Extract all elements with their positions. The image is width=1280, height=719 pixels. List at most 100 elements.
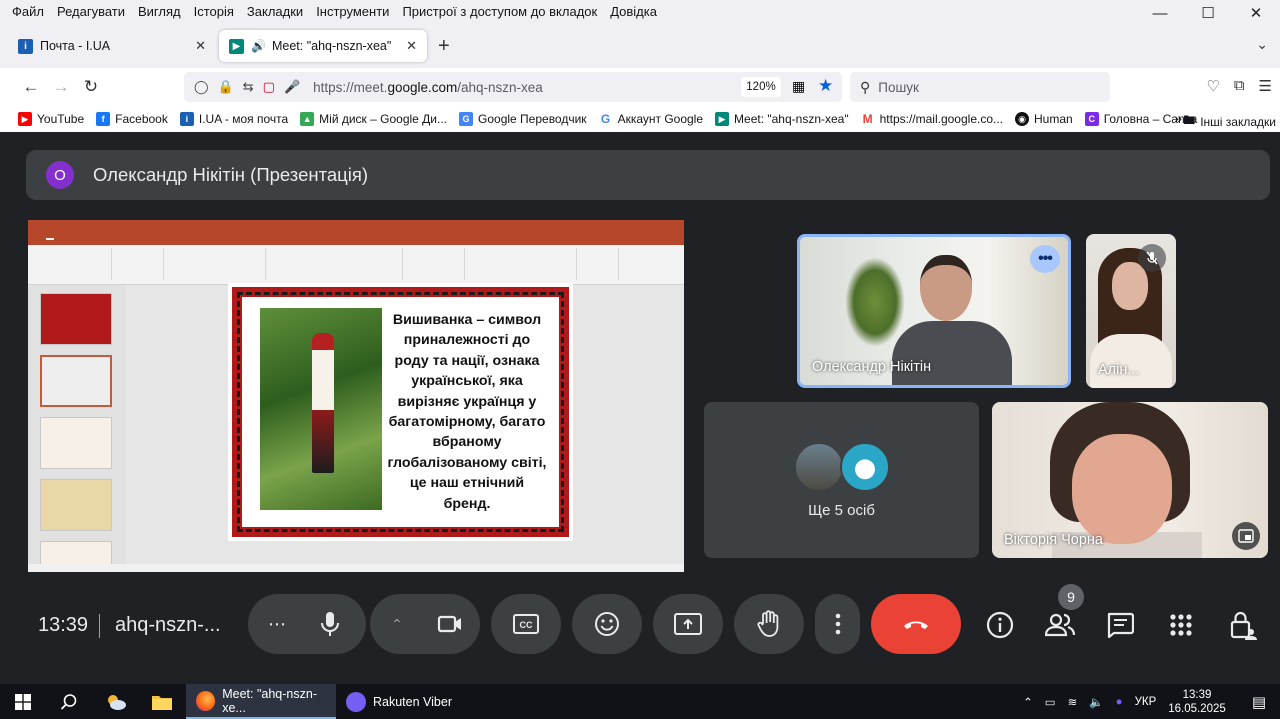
firefox-icon [196,690,216,711]
tab-iua[interactable]: i Почта - I.UA ✕ [8,30,216,62]
activities-button[interactable] [1164,608,1198,642]
microphone-icon[interactable] [300,611,360,637]
bookmark-gmail[interactable]: Mhttps://mail.google.co... [860,112,1003,126]
slide-thumbnail[interactable] [40,541,112,565]
bookmark-facebook[interactable]: f Facebook [96,112,168,126]
bookmark-drive[interactable]: ▲ Мій диск – Google Ди... [300,112,447,126]
nav-bar: ← → ↻ ◯ 🔒 ⇆ ▢ 🎤 https://meet.google.com/… [0,68,1280,106]
other-bookmarks[interactable]: 🖿 Інші закладки [1183,111,1276,132]
menu-synced-tabs[interactable]: Пристрої з доступом до вкладок [402,4,597,19]
search-icon: ⚲ [860,78,871,95]
file-explorer-icon[interactable] [144,684,180,719]
search-input[interactable]: ⚲ Пошук [850,72,1110,102]
slide-thumbnail[interactable] [40,479,112,531]
bookmark-google-account[interactable]: G Аккаунт Google [598,112,703,126]
menu-view[interactable]: Вигляд [138,4,181,19]
meet-icon: ▶ [229,38,244,54]
lock-icon[interactable]: 🔒 [218,79,234,95]
reactions-button[interactable] [572,594,642,654]
participant-tile-alina[interactable]: Алін... [1086,234,1176,388]
tab-meet[interactable]: ▶ 🔊 Meet: "ahq-nszn-xea" ✕ [219,30,427,62]
participant-name: Олександр Нікітін [812,359,932,375]
reload-icon[interactable]: ↻ [76,77,106,97]
participant-name: Алін... [1098,362,1140,378]
windows-taskbar: Meet: "ahq-nszn-xe... Rakuten Viber ⌃ ▭ … [0,684,1280,719]
menu-tools[interactable]: Інструменти [316,4,389,19]
menu-file[interactable]: Файл [12,4,44,19]
shield-icon[interactable]: ◯ [194,79,209,95]
participant-tile-vict[interactable]: Вікторія Чорна [992,402,1268,558]
shared-screen[interactable]: Вишиванка – символ приналежності до роду… [28,220,684,572]
participant-tile-olex[interactable]: ••• Олександр Нікітін [797,234,1071,388]
meeting-info-button[interactable] [983,608,1017,642]
close-tab-icon[interactable]: ✕ [195,38,206,54]
slide-thumbnail[interactable] [40,417,112,469]
permissions-icon[interactable]: ⇆ [243,79,254,95]
hand-icon [757,610,779,637]
tab-strip: i Почта - I.UA ✕ ▶ 🔊 Meet: "ahq-nszn-xea… [0,22,1280,68]
url-bar[interactable]: ◯ 🔒 ⇆ ▢ 🎤 https://meet.google.com/ahq-ns… [184,72,842,102]
camera-icon[interactable] [422,614,478,634]
leave-call-button[interactable] [871,594,961,654]
meeting-code: ahq-nszn-... [115,614,221,636]
notifications-icon[interactable]: ▤ [1252,693,1266,711]
url-text[interactable]: https://meet.google.com/ahq-nszn-xea [313,80,543,95]
menu-icon[interactable]: ☰ [1259,77,1272,95]
new-tab-icon[interactable]: + [438,35,450,58]
present-screen-button[interactable] [653,594,723,654]
captions-button[interactable]: CC [491,594,561,654]
close-tab-icon[interactable]: ✕ [406,38,417,54]
slide-thumbnail[interactable] [40,355,112,407]
camera-icon[interactable]: ▢ [263,79,275,95]
bookmark-iua[interactable]: i I.UA - моя почта [179,112,288,126]
forward-arrow-icon[interactable]: → [46,77,76,97]
participant-tile-others[interactable]: Ще 5 осіб [704,402,979,558]
apps-grid-icon [1170,614,1192,636]
menu-bar: Файл Редагувати Вигляд Історія Закладки … [0,0,1280,22]
bookmark-translate[interactable]: G Google Переводчик [459,112,587,126]
slide-thumbnail[interactable] [40,293,112,345]
raise-hand-button[interactable] [734,594,804,654]
more-audio-options-icon[interactable]: ⋯ [254,614,300,635]
weather-icon[interactable] [98,684,134,719]
speaker-icon[interactable]: 🔊 [251,39,266,53]
taskbar-viber[interactable]: Rakuten Viber [336,684,466,719]
chat-button[interactable] [1103,608,1137,642]
bookmark-youtube[interactable]: ▶ YouTube [18,112,84,126]
microphone-icon[interactable]: 🎤 [284,79,300,95]
windows-start-icon[interactable] [6,684,40,719]
extensions-icon[interactable]: ⧉ [1234,77,1245,95]
pocket-icon[interactable]: ♡ [1206,77,1219,95]
facebook-icon: f [96,112,111,126]
host-controls-button[interactable] [1226,608,1260,642]
qr-code-icon[interactable]: ▦ [792,78,805,95]
people-icon [1045,613,1075,637]
chevron-double-right-icon[interactable]: » [1174,110,1182,126]
emoji-icon [595,612,619,636]
more-options-icon[interactable]: ••• [1030,245,1060,273]
people-button[interactable] [1043,608,1077,642]
zoom-level[interactable]: 120% [741,77,781,97]
chevron-down-icon[interactable]: ⌄ [1256,36,1268,53]
taskbar-firefox[interactable]: Meet: "ahq-nszn-xe... [186,684,336,719]
battery-icon[interactable]: ▭ [1045,695,1056,709]
bookmark-meet[interactable]: ▶ Meet: "ahq-nszn-xea" [715,112,849,126]
more-options-button[interactable] [815,594,860,654]
viber-tray-icon[interactable]: ● [1116,696,1123,708]
menu-help[interactable]: Довідка [610,4,657,19]
menu-history[interactable]: Історія [194,4,234,19]
back-arrow-icon[interactable]: ← [16,77,46,97]
bookmark-human[interactable]: ◉ Human [1015,112,1073,126]
wifi-icon[interactable]: ≋ [1068,695,1078,709]
chevron-up-icon[interactable]: ⌃ [1023,695,1033,709]
clock[interactable]: 13:39 16.05.2025 [1168,688,1226,716]
menu-bookmarks[interactable]: Закладки [247,4,303,19]
volume-icon[interactable]: 🔈 [1089,695,1103,709]
picture-in-picture-icon[interactable] [1232,522,1260,550]
star-icon[interactable]: ★ [818,76,833,96]
menu-edit[interactable]: Редагувати [57,4,125,19]
search-icon[interactable] [52,684,86,719]
chevron-up-icon[interactable]: ⌃ [372,616,422,633]
youtube-icon: ▶ [18,112,32,126]
language-indicator[interactable]: УКР [1135,696,1157,708]
